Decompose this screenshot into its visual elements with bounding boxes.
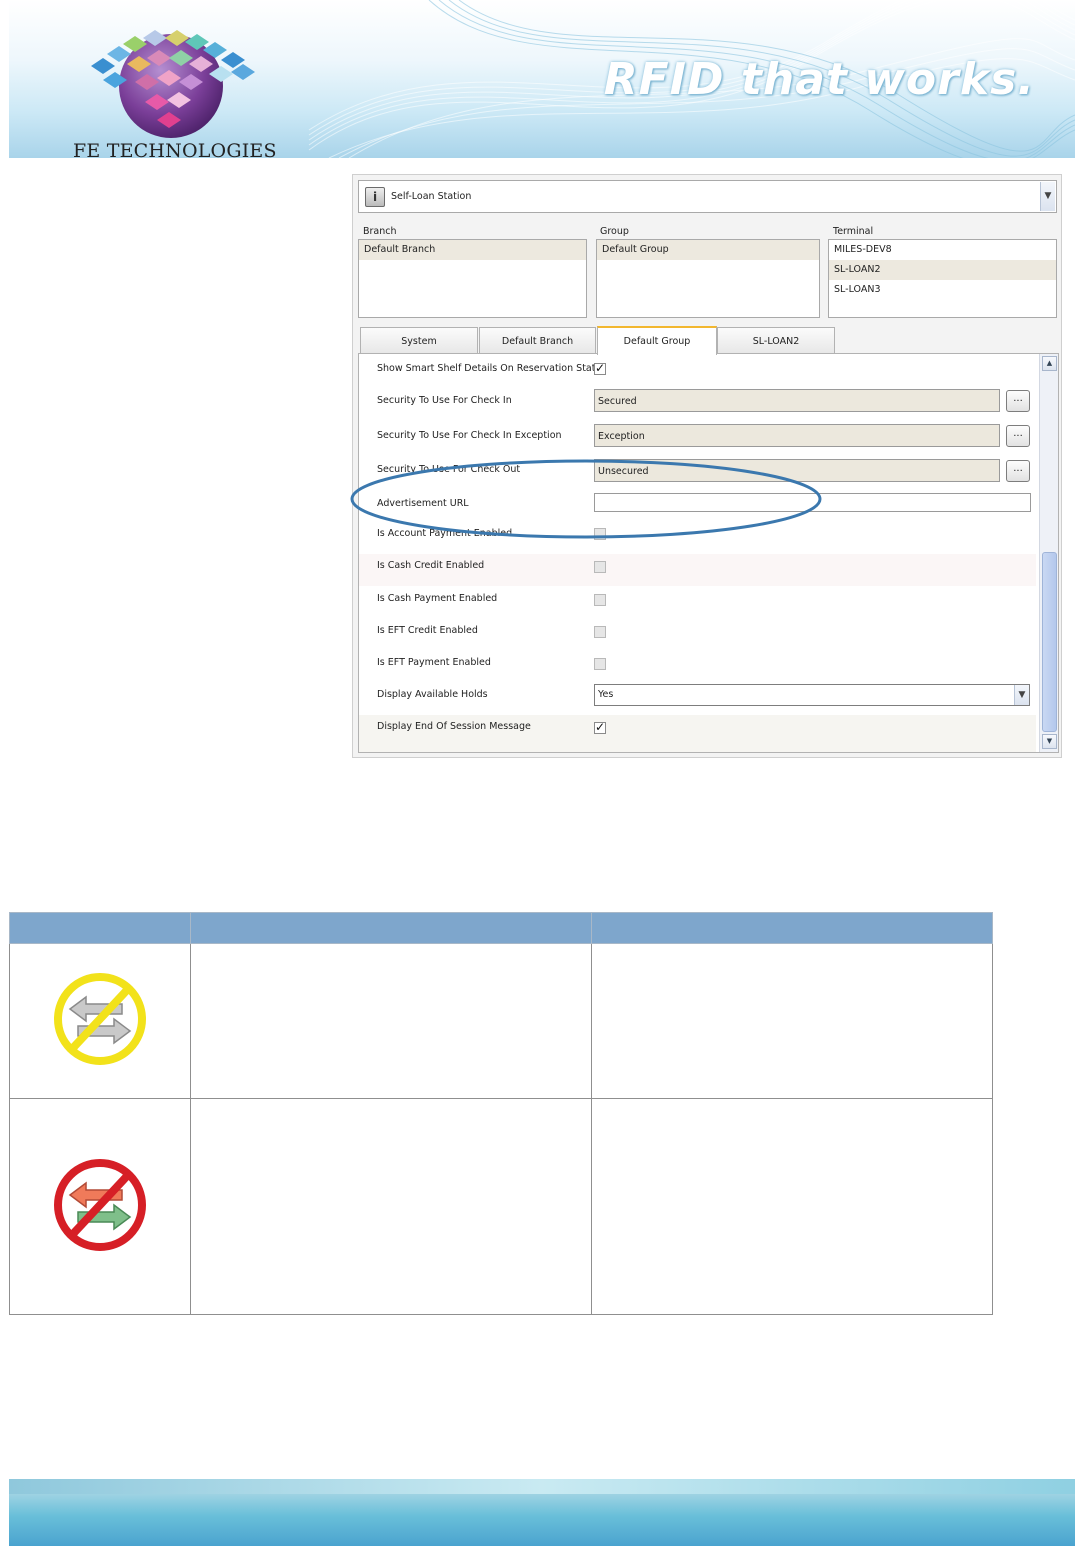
highlight-ellipse xyxy=(350,459,822,539)
property-grid-scrollbar[interactable]: ▲ ▼ xyxy=(1039,354,1058,752)
status-icon-table xyxy=(9,912,994,1315)
tab-default-group[interactable]: Default Group xyxy=(597,326,717,355)
browse-button[interactable]: ... xyxy=(1006,460,1030,482)
property-checkbox[interactable] xyxy=(594,561,606,573)
group-label: Group xyxy=(600,226,629,237)
property-row: Display Available Holds Yes ▼ xyxy=(359,683,1036,715)
chevron-down-icon[interactable]: ▼ xyxy=(1014,685,1029,705)
security-check-in-exception-field[interactable]: Exception xyxy=(594,424,1000,447)
display-holds-select[interactable]: Yes ▼ xyxy=(594,684,1030,706)
header-banner: FE TECHNOLOGIES RFID that works. xyxy=(9,0,1075,158)
property-label: Is Cash Credit Enabled xyxy=(377,560,485,571)
property-row: Is Cash Credit Enabled xyxy=(359,554,1036,586)
property-row: Is EFT Credit Enabled xyxy=(359,619,1036,651)
terminal-list-item[interactable]: SL-LOAN2 xyxy=(829,260,1056,280)
branch-list-item[interactable]: Default Branch xyxy=(359,240,586,260)
terminal-list[interactable]: MILES-DEV8 SL-LOAN2 SL-LOAN3 xyxy=(828,239,1057,318)
terminal-list-item[interactable]: SL-LOAN3 xyxy=(829,280,1056,300)
property-label: Display End Of Session Message xyxy=(377,721,531,732)
property-row: Security To Use For Check In Exception E… xyxy=(359,421,1036,455)
branch-label: Branch xyxy=(363,226,397,237)
tab-sl-loan2[interactable]: SL-LOAN2 xyxy=(717,327,835,354)
property-label: Is EFT Credit Enabled xyxy=(377,625,478,636)
property-checkbox[interactable] xyxy=(594,720,606,734)
display-holds-value: Yes xyxy=(598,689,614,700)
table-icon-cell xyxy=(9,943,191,1099)
table-cell xyxy=(590,1098,994,1315)
table-row xyxy=(9,1098,994,1315)
chevron-down-icon[interactable]: ▼ xyxy=(1040,182,1055,211)
footer-banner xyxy=(9,1479,1075,1546)
no-connection-red-icon xyxy=(53,1158,146,1251)
property-checkbox[interactable] xyxy=(594,594,606,606)
table-icon-cell xyxy=(9,1098,191,1315)
group-list[interactable]: Default Group xyxy=(596,239,820,318)
property-label: Is Cash Payment Enabled xyxy=(377,593,498,604)
station-type-dropdown[interactable]: i Self-Loan Station ▼ xyxy=(358,180,1057,213)
property-row: Show Smart Shelf Details On Reservation … xyxy=(359,354,1036,384)
group-list-item[interactable]: Default Group xyxy=(597,240,819,260)
footer-band xyxy=(9,1479,1075,1494)
tab-system[interactable]: System xyxy=(360,327,478,354)
fe-technologies-logo xyxy=(91,30,255,138)
property-checkbox[interactable] xyxy=(594,626,606,638)
table-cell xyxy=(590,943,994,1099)
table-row xyxy=(9,943,994,1099)
property-checkbox[interactable] xyxy=(594,361,606,375)
station-info-icon: i xyxy=(365,187,385,207)
property-checkbox[interactable] xyxy=(594,658,606,670)
browse-button[interactable]: ... xyxy=(1006,425,1030,447)
scroll-down-icon[interactable]: ▼ xyxy=(1042,734,1057,749)
table-cell xyxy=(189,943,592,1099)
table-header-cell xyxy=(9,912,191,944)
scroll-thumb[interactable] xyxy=(1042,552,1057,732)
tagline: RFID that works. xyxy=(603,54,1035,105)
property-label: Show Smart Shelf Details On Reservation … xyxy=(377,363,607,374)
property-label: Security To Use For Check In xyxy=(377,395,512,406)
company-name: FE TECHNOLOGIES xyxy=(73,140,277,158)
no-connection-yellow-icon xyxy=(53,973,146,1065)
property-row: Security To Use For Check In Secured ... xyxy=(359,386,1036,420)
station-type-label: Self-Loan Station xyxy=(391,191,472,202)
property-row: Display End Of Session Message xyxy=(359,715,1036,752)
property-grid: Show Smart Shelf Details On Reservation … xyxy=(358,353,1059,753)
terminal-label: Terminal xyxy=(833,226,874,237)
branch-list[interactable]: Default Branch xyxy=(358,239,587,318)
security-check-in-field[interactable]: Secured xyxy=(594,389,1000,412)
property-label: Security To Use For Check In Exception xyxy=(377,430,562,441)
table-header-cell xyxy=(590,912,994,944)
property-label: Display Available Holds xyxy=(377,689,488,700)
property-row: Is Cash Payment Enabled xyxy=(359,587,1036,619)
table-header-cell xyxy=(189,912,592,944)
terminal-list-item[interactable]: MILES-DEV8 xyxy=(829,240,1056,260)
table-cell xyxy=(189,1098,592,1315)
scroll-up-icon[interactable]: ▲ xyxy=(1042,356,1057,371)
browse-button[interactable]: ... xyxy=(1006,390,1030,412)
tab-default-branch[interactable]: Default Branch xyxy=(479,327,596,354)
property-label: Is EFT Payment Enabled xyxy=(377,657,491,668)
property-row: Is EFT Payment Enabled xyxy=(359,651,1036,683)
